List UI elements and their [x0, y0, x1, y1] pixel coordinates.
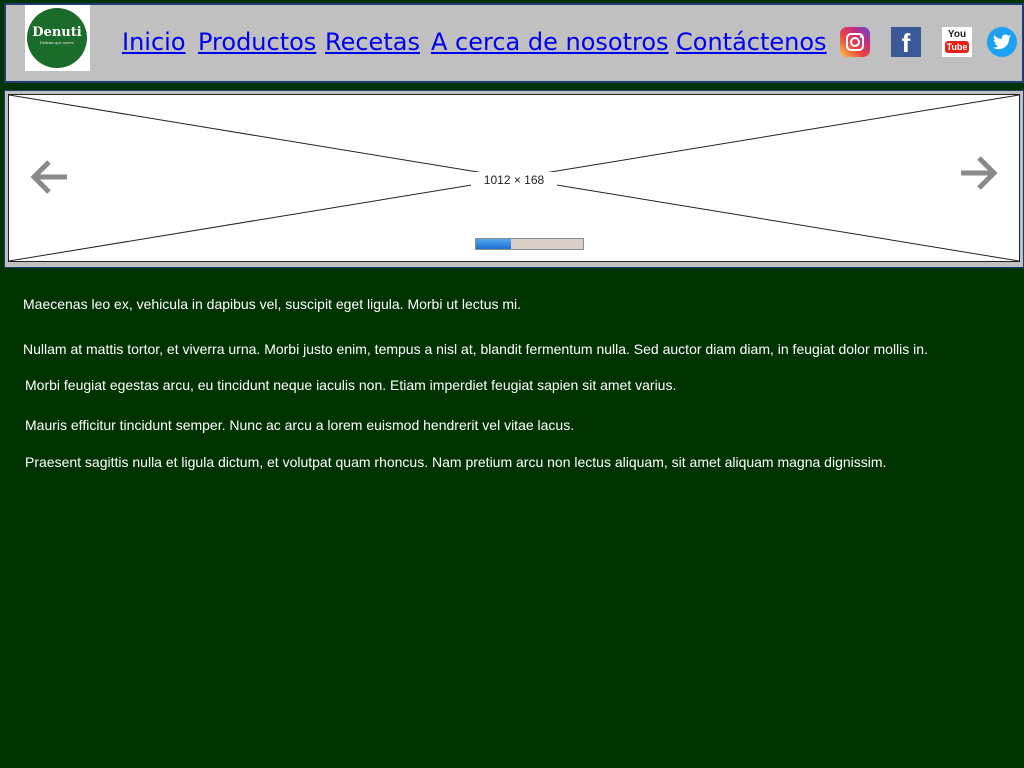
slider-progress-fill: [476, 239, 512, 249]
youtube-text-top: You: [947, 29, 967, 40]
arrow-left-icon[interactable]: [29, 157, 69, 202]
logo-brand-text: Denuti: [32, 25, 82, 40]
logo-tagline: Delicias que nutren: [39, 40, 75, 45]
slider-progress-bar: [475, 238, 584, 250]
content-paragraph: Mauris efficitur tincidunt semper. Nunc …: [25, 417, 575, 433]
placeholder-size-label: 1012 × 168: [471, 172, 557, 188]
youtube-text-bottom: Tube: [945, 41, 969, 53]
content-paragraph: Morbi feugiat egestas arcu, eu tincidunt…: [25, 377, 677, 393]
youtube-icon[interactable]: You Tube: [942, 27, 972, 57]
nav-link-about[interactable]: A cerca de nosotros: [431, 27, 669, 57]
site-logo[interactable]: Denuti Delicias que nutren: [25, 5, 90, 71]
nav-link-inicio[interactable]: Inicio: [122, 27, 186, 57]
arrow-right-icon[interactable]: [959, 153, 999, 198]
facebook-glyph: f: [901, 28, 911, 58]
content-paragraph: Maecenas leo ex, vehicula in dapibus vel…: [23, 296, 522, 312]
nav-link-productos[interactable]: Productos: [198, 27, 316, 57]
image-slider: 1012 × 168: [4, 90, 1024, 268]
nav-link-recetas[interactable]: Recetas: [325, 27, 420, 57]
content-paragraph: Nullam at mattis tortor, et viverra urna…: [23, 341, 928, 357]
instagram-icon[interactable]: [840, 27, 870, 57]
facebook-icon[interactable]: f: [891, 27, 921, 57]
site-header: Denuti Delicias que nutren Inicio Produc…: [4, 3, 1024, 83]
content-paragraph: Praesent sagittis nulla et ligula dictum…: [25, 454, 887, 470]
nav-link-contact[interactable]: Contáctenos: [676, 27, 827, 57]
twitter-icon[interactable]: [987, 27, 1017, 57]
slider-placeholder-image: 1012 × 168: [8, 94, 1020, 262]
